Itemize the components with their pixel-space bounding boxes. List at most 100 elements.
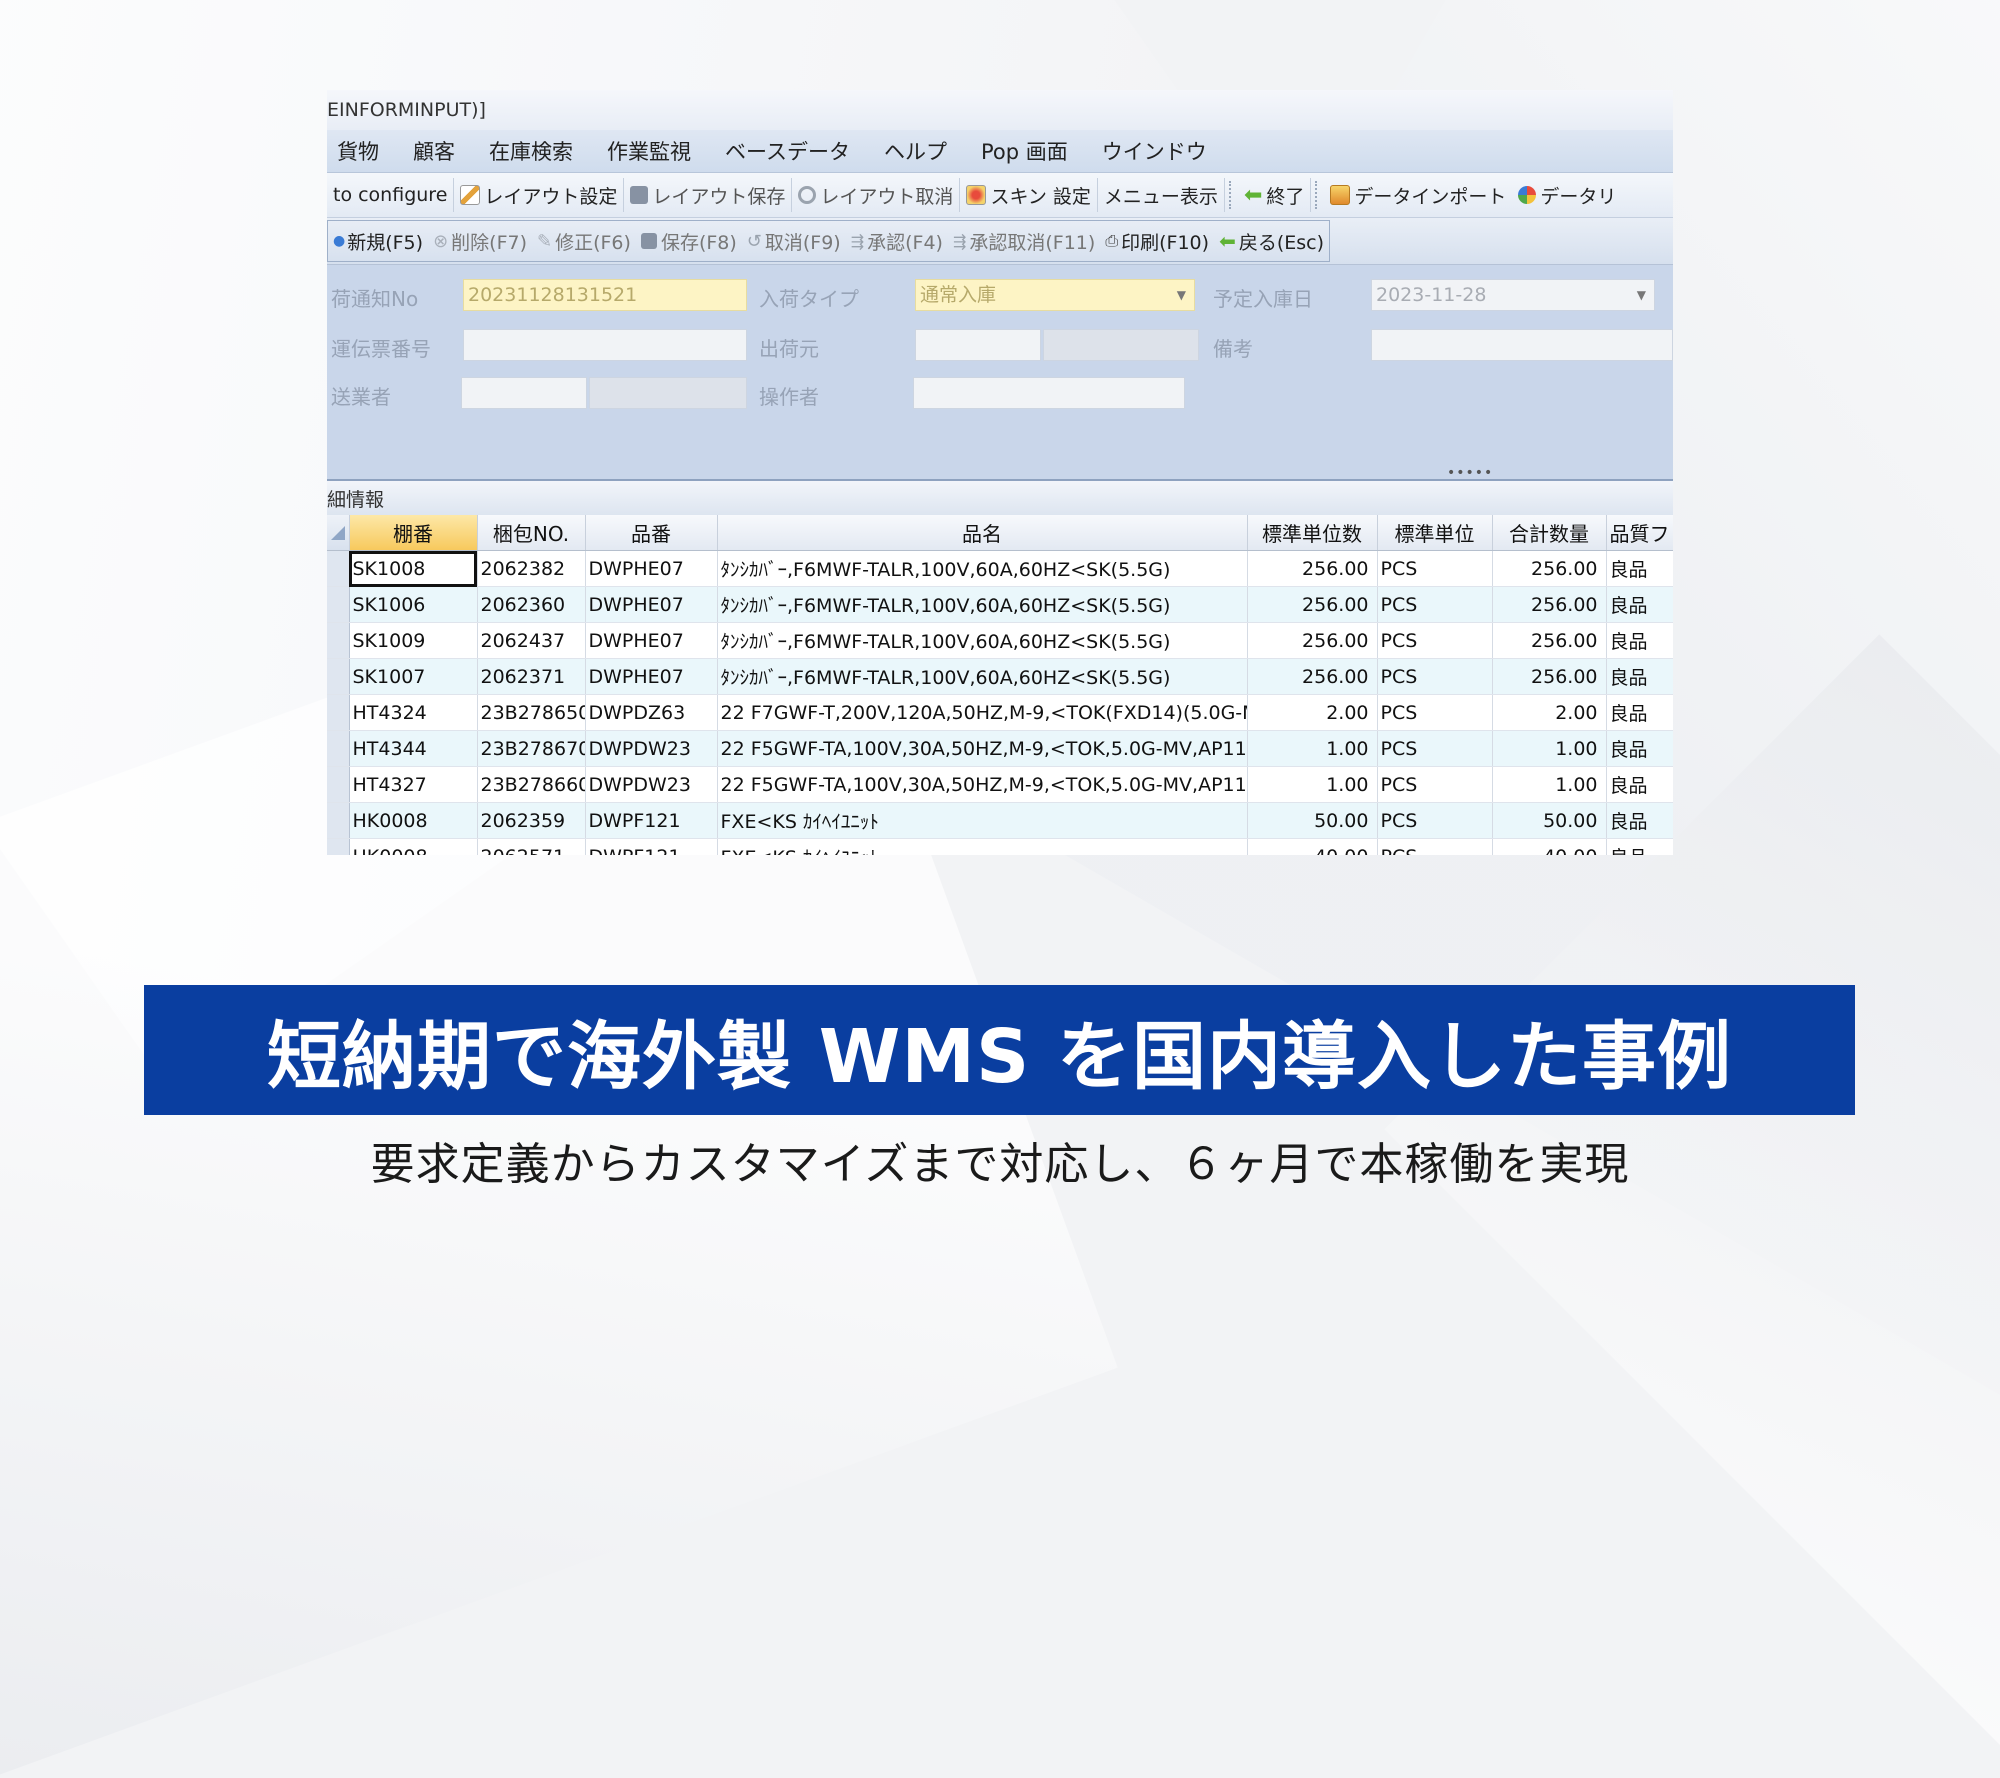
select-all-corner[interactable]: [327, 515, 350, 551]
table-row[interactable]: SK1007 2062371 DWPHE07 ﾀﾝｼｶﾊﾞｰ,F6MWF-TALR,1…: [327, 658, 1673, 695]
cell-package-no[interactable]: 23B278660: [477, 766, 586, 803]
cell-package-no[interactable]: 2062360: [477, 586, 586, 623]
table-row[interactable]: HT4344 23B278670 DWPDW23 22 F5GWF-TA,100V,3…: [327, 730, 1673, 767]
row-selector[interactable]: [327, 730, 350, 767]
delete-button[interactable]: ⊗ 削除(F7): [428, 224, 532, 258]
cell-std-unit[interactable]: PCS: [1377, 766, 1493, 803]
cell-location[interactable]: HK0008: [349, 802, 478, 839]
cell-std-unit-qty[interactable]: 256.00: [1247, 658, 1378, 695]
cell-part-no[interactable]: DWPHE07: [585, 658, 718, 695]
cell-location[interactable]: HK0008: [349, 838, 478, 855]
row-selector[interactable]: [327, 658, 350, 695]
cell-product-name[interactable]: ﾀﾝｼｶﾊﾞｰ,F6MWF-TALR,100V,60A,60HZ<SK(5.5G…: [717, 658, 1248, 695]
cell-product-name[interactable]: FXE<KS ｶｲﾍｲﾕﾆｯﾄ: [717, 838, 1248, 855]
cell-product-name[interactable]: ﾀﾝｼｶﾊﾞｰ,F6MWF-TALR,100V,60A,60HZ<SK(5.5G…: [717, 622, 1248, 659]
cell-package-no[interactable]: 2062382: [477, 550, 586, 587]
menu-display-button[interactable]: メニュー表示: [1098, 178, 1225, 212]
cell-package-no[interactable]: 2062371: [477, 658, 586, 695]
row-selector[interactable]: [327, 550, 350, 587]
cell-product-name[interactable]: 22 F5GWF-TA,100V,30A,50HZ,M-9,<TOK,5.0G-…: [717, 766, 1248, 803]
auto-configure-button[interactable]: to configure: [327, 178, 455, 212]
table-row[interactable]: HK00082062571DWPF121FXE<KS ｶｲﾍｲﾕﾆｯﾄ40.00…: [327, 838, 1673, 855]
cell-total-qty[interactable]: 256.00: [1492, 550, 1607, 587]
cell-quality[interactable]: 良品: [1606, 838, 1673, 855]
row-selector[interactable]: [327, 838, 350, 855]
table-row[interactable]: SK1008 2062382 DWPHE07 ﾀﾝｼｶﾊﾞｰ,F6MWF-TALR,1…: [327, 550, 1673, 587]
cell-std-unit[interactable]: PCS: [1377, 550, 1493, 587]
column-header-package-no[interactable]: 梱包NO.: [477, 515, 586, 551]
cell-package-no[interactable]: 2062571: [477, 838, 586, 855]
table-row[interactable]: SK1006 2062360 DWPHE07 ﾀﾝｼｶﾊﾞｰ,F6MWF-TALR,1…: [327, 586, 1673, 623]
cell-package-no[interactable]: 2062437: [477, 622, 586, 659]
table-row[interactable]: HK0008 2062359 DWPF121 FXE<KS ｶｲﾍｲﾕﾆｯﾄ 50.00…: [327, 802, 1673, 839]
data-export-button[interactable]: データリ: [1512, 178, 1622, 212]
column-header-std-unit-qty[interactable]: 標準単位数: [1247, 515, 1378, 551]
menu-inventory-search[interactable]: 在庫検索: [489, 136, 573, 166]
approve-cancel-button[interactable]: ⇶ 承認取消(F11): [948, 224, 1100, 258]
cell-product-name[interactable]: ﾀﾝｼｶﾊﾞｰ,F6MWF-TALR,100V,60A,60HZ<SK(5.5G…: [717, 550, 1248, 587]
menu-help[interactable]: ヘルプ: [884, 136, 947, 166]
cell-std-unit-qty[interactable]: 256.00: [1247, 550, 1378, 587]
column-header-total-qty[interactable]: 合計数量: [1492, 515, 1607, 551]
cell-package-no[interactable]: 23B278650: [477, 694, 586, 731]
arrival-type-select[interactable]: 通常入庫 ▼: [915, 279, 1195, 311]
notice-no-field[interactable]: 20231128131521: [463, 279, 747, 311]
cell-location[interactable]: SK1007: [349, 658, 478, 695]
cell-std-unit-qty[interactable]: 40.00: [1247, 838, 1378, 855]
cell-total-qty[interactable]: 1.00: [1492, 766, 1607, 803]
operator-field[interactable]: [913, 377, 1185, 409]
cell-part-no[interactable]: DWPF121: [585, 802, 718, 839]
approve-button[interactable]: ⇶ 承認(F4): [846, 224, 948, 258]
cell-location[interactable]: HT4327: [349, 766, 478, 803]
cell-package-no[interactable]: 2062359: [477, 802, 586, 839]
edit-button[interactable]: ✎ 修正(F6): [532, 224, 636, 258]
column-header-quality[interactable]: 品質フ: [1606, 515, 1673, 551]
cancel-button[interactable]: ↺ 取消(F9): [742, 224, 846, 258]
cell-quality[interactable]: 良品: [1606, 658, 1673, 695]
cell-quality[interactable]: 良品: [1606, 766, 1673, 803]
skin-settings-button[interactable]: スキン 設定: [960, 178, 1098, 212]
cell-std-unit[interactable]: PCS: [1377, 658, 1493, 695]
back-button[interactable]: ⬅ 戻る(Esc): [1214, 224, 1329, 258]
slip-no-field[interactable]: [463, 329, 747, 361]
column-header-location[interactable]: 棚番: [349, 515, 478, 551]
save-button[interactable]: 保存(F8): [636, 224, 742, 258]
cell-part-no[interactable]: DWPHE07: [585, 550, 718, 587]
cell-product-name[interactable]: FXE<KS ｶｲﾍｲﾕﾆｯﾄ: [717, 802, 1248, 839]
menu-window[interactable]: ウインドウ: [1102, 136, 1207, 166]
cell-std-unit[interactable]: PCS: [1377, 730, 1493, 767]
cell-part-no[interactable]: DWPHE07: [585, 586, 718, 623]
table-row[interactable]: HT4324 23B278650 DWPDZ63 22 F7GWF-T,200V,12…: [327, 694, 1673, 731]
cell-total-qty[interactable]: 256.00: [1492, 658, 1607, 695]
layout-settings-button[interactable]: レイアウト設定: [454, 178, 625, 212]
cell-product-name[interactable]: ﾀﾝｼｶﾊﾞｰ,F6MWF-TALR,100V,60A,60HZ<SK(5.5G…: [717, 586, 1248, 623]
cell-std-unit[interactable]: PCS: [1377, 694, 1493, 731]
exit-button[interactable]: ⬅ 終了: [1238, 178, 1312, 212]
remarks-field[interactable]: [1371, 329, 1673, 361]
splitter-grip[interactable]: •••••: [1447, 465, 1493, 481]
cell-location[interactable]: HT4324: [349, 694, 478, 731]
cell-std-unit-qty[interactable]: 256.00: [1247, 622, 1378, 659]
layout-save-button[interactable]: レイアウト保存: [624, 178, 793, 212]
cell-std-unit-qty[interactable]: 50.00: [1247, 802, 1378, 839]
menu-work-monitor[interactable]: 作業監視: [607, 136, 691, 166]
row-selector[interactable]: [327, 766, 350, 803]
column-header-part-no[interactable]: 品番: [585, 515, 718, 551]
cell-location[interactable]: SK1008: [349, 550, 478, 587]
cell-std-unit[interactable]: PCS: [1377, 802, 1493, 839]
cell-quality[interactable]: 良品: [1606, 622, 1673, 659]
row-selector[interactable]: [327, 802, 350, 839]
new-button[interactable]: ● 新規(F5): [328, 224, 428, 258]
cell-part-no[interactable]: DWPDW23: [585, 730, 718, 767]
table-row[interactable]: HT4327 23B278660 DWPDW23 22 F5GWF-TA,100V,3…: [327, 766, 1673, 803]
cell-std-unit-qty[interactable]: 1.00: [1247, 766, 1378, 803]
table-row[interactable]: SK1009 2062437 DWPHE07 ﾀﾝｼｶﾊﾞｰ,F6MWF-TALR,1…: [327, 622, 1673, 659]
planned-date-picker[interactable]: 2023-11-28 ▼: [1371, 279, 1655, 311]
cell-std-unit-qty[interactable]: 1.00: [1247, 730, 1378, 767]
cell-quality[interactable]: 良品: [1606, 802, 1673, 839]
cell-quality[interactable]: 良品: [1606, 586, 1673, 623]
menu-base-data[interactable]: ベースデータ: [725, 136, 850, 166]
shipper-code-field[interactable]: [915, 329, 1041, 361]
cell-total-qty[interactable]: 256.00: [1492, 622, 1607, 659]
cell-part-no[interactable]: DWPDW23: [585, 766, 718, 803]
